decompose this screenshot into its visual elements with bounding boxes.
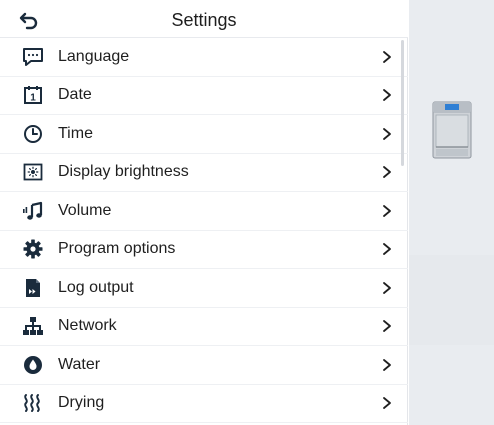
chevron-right-icon (383, 320, 391, 333)
page-title: Settings (171, 10, 237, 30)
menu-item-label: Time (58, 124, 93, 142)
chevron-right-icon (383, 127, 391, 140)
chevron-right-icon (383, 204, 391, 217)
menu-item-label: Log output (58, 278, 134, 296)
back-button[interactable] (17, 7, 43, 33)
menu-item-water[interactable]: Water (0, 346, 408, 385)
menu-item-language[interactable]: Language (0, 38, 408, 77)
document-icon (22, 277, 44, 299)
music-note-icon (22, 200, 44, 222)
chevron-right-icon (383, 281, 391, 294)
water-drop-icon (22, 354, 44, 376)
side-panel (409, 0, 494, 425)
back-arrow-icon (19, 12, 38, 30)
menu-item-label: Display brightness (58, 163, 189, 181)
menu-item-time[interactable]: Time (0, 115, 408, 154)
chevron-right-icon (383, 358, 391, 371)
header-bar: Settings (0, 0, 408, 38)
menu-item-date[interactable]: 1 Date (0, 77, 408, 115)
chevron-right-icon (383, 50, 391, 63)
network-icon (22, 315, 44, 337)
side-panel-shade (409, 255, 494, 345)
menu-item-label: Volume (58, 201, 112, 219)
menu-item-network[interactable]: Network (0, 308, 408, 346)
menu-item-label: Network (58, 317, 117, 335)
speech-bubble-icon (22, 46, 44, 68)
menu-item-label: Language (58, 47, 130, 65)
chevron-right-icon (383, 166, 391, 179)
menu-item-label: Program options (58, 240, 176, 258)
scrollbar[interactable] (401, 40, 404, 166)
drying-icon (22, 392, 44, 414)
menu-item-volume[interactable]: Volume (0, 192, 408, 231)
clock-icon (22, 123, 44, 145)
chevron-right-icon (383, 89, 391, 102)
menu-item-program-options[interactable]: Program options (0, 231, 408, 269)
calendar-icon: 1 (22, 84, 44, 106)
brightness-icon (22, 161, 44, 183)
gear-icon (22, 238, 44, 260)
calendar-day-text: 1 (30, 93, 36, 104)
menu-item-label: Drying (58, 394, 105, 412)
chevron-right-icon (383, 397, 391, 410)
settings-menu: Language 1 Date Time Display brightness … (0, 38, 408, 423)
dishwasher-device-icon (432, 101, 472, 159)
settings-panel: Settings Language 1 Date Time Display br… (0, 0, 408, 425)
menu-item-label: Date (58, 86, 92, 104)
menu-item-drying[interactable]: Drying (0, 385, 408, 423)
chevron-right-icon (383, 243, 391, 256)
menu-item-label: Water (58, 355, 101, 373)
menu-item-display-brightness[interactable]: Display brightness (0, 154, 408, 192)
menu-item-log-output[interactable]: Log output (0, 269, 408, 308)
